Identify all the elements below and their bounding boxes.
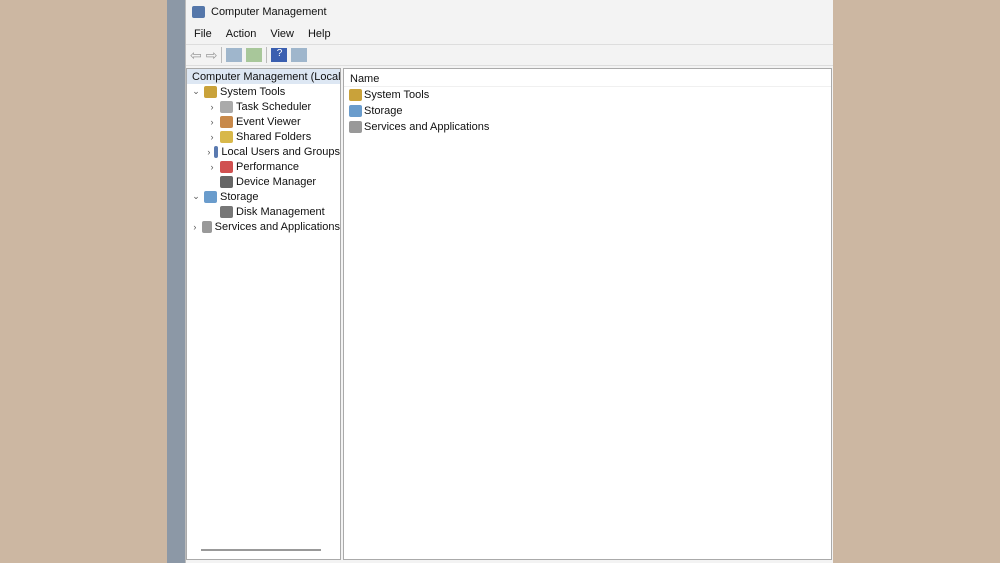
tree-node-label: Computer Management (Local	[192, 70, 341, 83]
tree-node[interactable]: ⌄ System Tools	[187, 84, 340, 99]
list-item-label: Storage	[364, 105, 403, 117]
tree-node[interactable]: ⌄ Storage	[187, 189, 340, 204]
chevron-icon[interactable]: ›	[207, 117, 217, 127]
clock-icon	[220, 100, 233, 113]
tree-node[interactable]: › Shared Folders	[187, 129, 340, 144]
device-manager-icon	[220, 175, 233, 188]
chevron-icon[interactable]: ›	[191, 222, 199, 232]
forward-icon[interactable]: ⇨	[206, 47, 218, 64]
column-header-name[interactable]: Name	[344, 69, 831, 87]
tools-icon	[204, 85, 217, 98]
console-tree: Computer Management (Local ⌄ System Tools ›…	[186, 68, 341, 560]
list-item[interactable]: System Tools	[344, 87, 831, 103]
list-item-label: System Tools	[364, 89, 430, 101]
separator	[266, 47, 268, 63]
tree-node[interactable]: › Services and Applications	[187, 219, 340, 234]
separator	[221, 47, 223, 63]
menu-bar: File Action View Help	[186, 24, 833, 44]
services-icon	[201, 220, 212, 233]
tree-node[interactable]: Computer Management (Local	[187, 69, 341, 84]
tree-node[interactable]: › Task Scheduler	[187, 99, 340, 114]
help-icon[interactable]: ?	[271, 48, 288, 62]
users-icon	[213, 145, 219, 158]
chevron-icon[interactable]: ›	[207, 147, 211, 157]
chevron-icon[interactable]: ›	[207, 102, 217, 112]
disk-icon	[220, 205, 233, 218]
window-title: Computer Management	[211, 6, 327, 18]
chevron-icon[interactable]: ›	[207, 132, 217, 142]
details-pane: Name System Tools Storage Services and App…	[343, 68, 832, 560]
tree-node-label: Storage	[220, 190, 259, 203]
tree-node[interactable]: › Event Viewer	[187, 114, 340, 129]
storage-icon	[204, 190, 217, 203]
tree-node-label: Performance	[236, 160, 299, 173]
tree-node[interactable]: › Performance	[187, 159, 340, 174]
services-icon	[349, 121, 362, 133]
menu-file[interactable]: File	[194, 28, 212, 40]
tree-node-label: Device Manager	[236, 175, 317, 188]
performance-icon	[220, 160, 233, 173]
computer-icon	[192, 6, 205, 18]
menu-action[interactable]: Action	[226, 28, 257, 40]
title-bar: Computer Management	[186, 0, 833, 24]
tree-node[interactable]: › Local Users and Groups	[187, 144, 340, 159]
horizontal-scrollbar[interactable]	[201, 549, 321, 551]
tree-node-label: Shared Folders	[236, 130, 312, 143]
show-hide-tree-icon[interactable]	[226, 48, 243, 62]
tree-node[interactable]: Device Manager	[187, 174, 340, 189]
tree-node-label: Local Users and Groups	[221, 145, 340, 158]
tree-node-label: Disk Management	[236, 205, 325, 218]
storage-icon	[349, 105, 362, 117]
chevron-icon[interactable]: ⌄	[191, 86, 201, 97]
tree-node-label: Event Viewer	[236, 115, 301, 128]
list-item[interactable]: Storage	[344, 103, 831, 119]
chevron-icon[interactable]: ›	[207, 162, 217, 172]
list-item[interactable]: Services and Applications	[344, 119, 831, 135]
tree-node-label: Services and Applications	[214, 220, 340, 233]
tree-node-label: Task Scheduler	[236, 100, 312, 113]
toolbar: ⇦ ⇨ ?	[186, 44, 833, 66]
tools-icon	[349, 89, 362, 101]
desktop-strip	[167, 0, 187, 563]
shared-folder-icon	[220, 130, 233, 143]
chevron-icon[interactable]: ⌄	[191, 191, 201, 202]
tree-node-label: System Tools	[220, 85, 286, 98]
menu-help[interactable]: Help	[308, 28, 331, 40]
menu-view[interactable]: View	[270, 28, 294, 40]
back-icon[interactable]: ⇦	[190, 47, 202, 64]
event-viewer-icon	[220, 115, 233, 128]
tree-node[interactable]: Disk Management	[187, 204, 340, 219]
computer-management-window: Computer Management File Action View Hel…	[185, 0, 833, 563]
export-list-icon[interactable]	[246, 48, 263, 62]
list-item-label: Services and Applications	[364, 121, 490, 133]
action-pane-icon[interactable]	[291, 48, 308, 62]
